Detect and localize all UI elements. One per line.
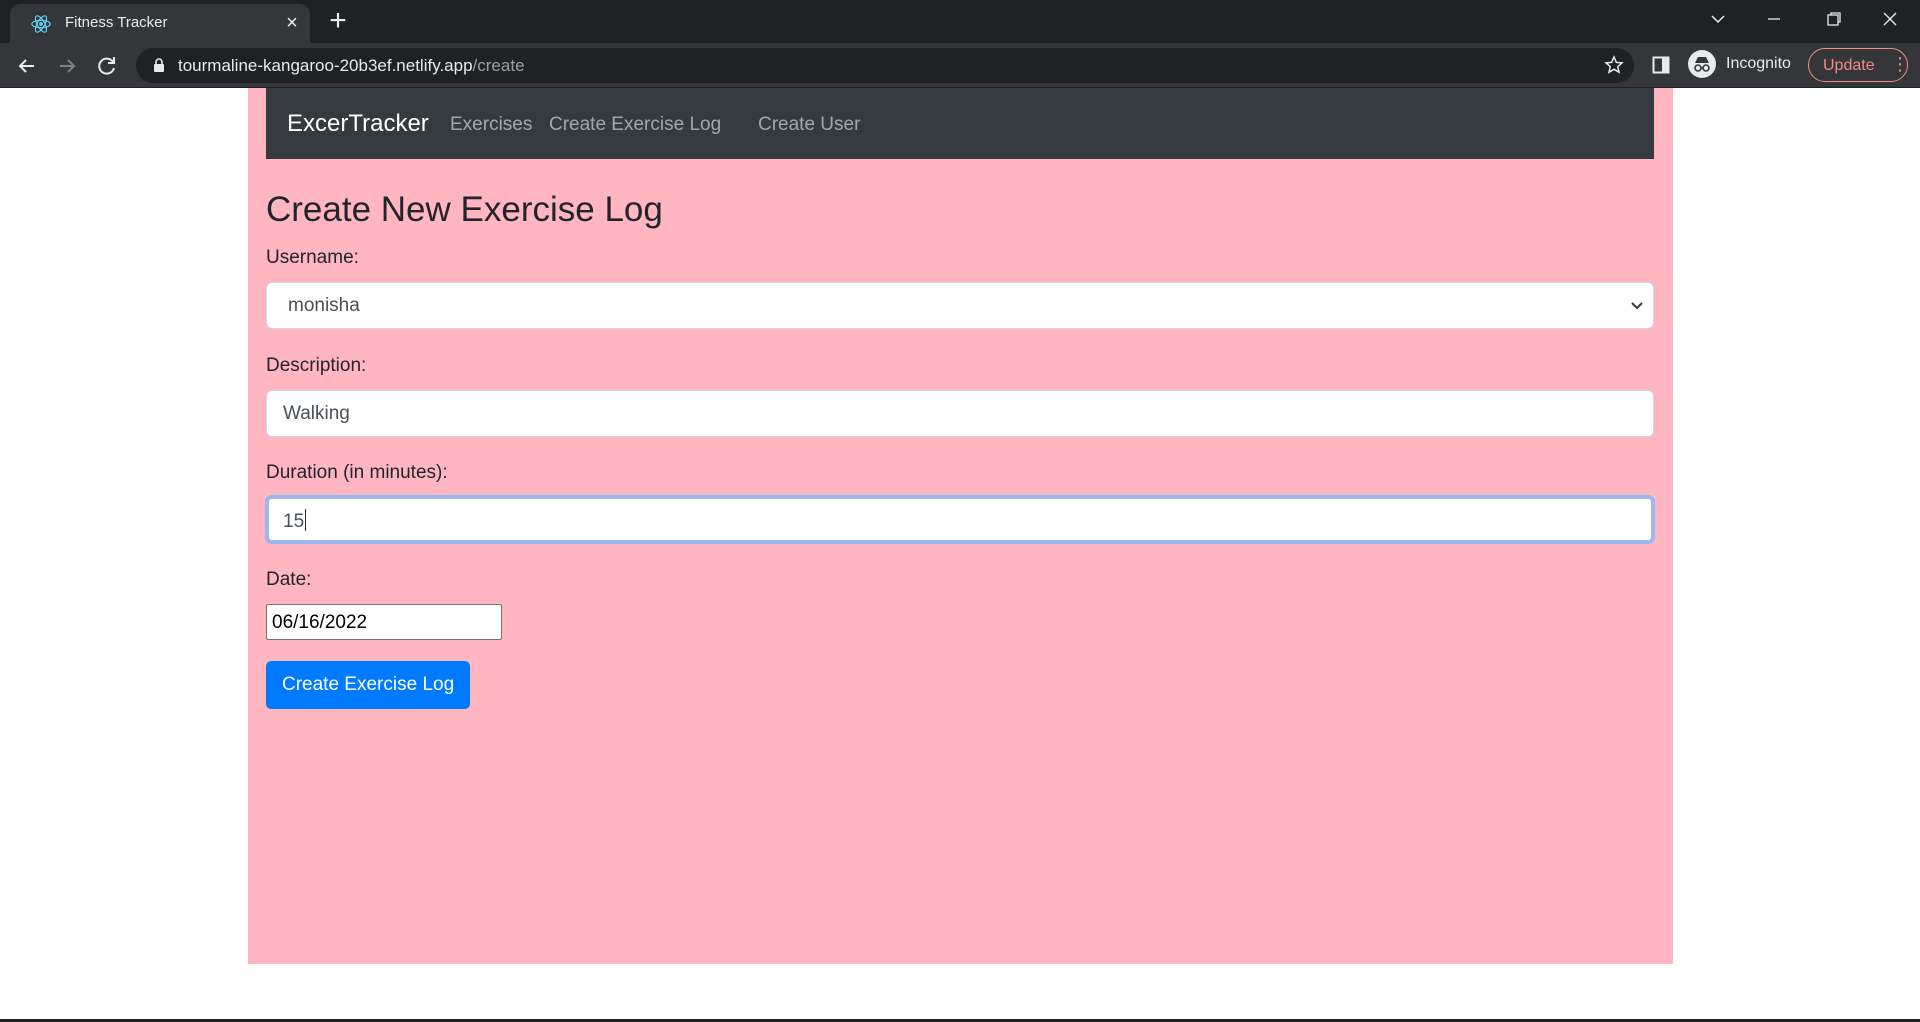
- address-bar[interactable]: tourmaline-kangaroo-20b3ef.netlify.app/c…: [136, 48, 1634, 83]
- description-value: Walking: [283, 403, 350, 424]
- duration-value: 15: [283, 509, 307, 532]
- navbar-brand[interactable]: ExcerTracker: [287, 110, 429, 138]
- date-label: Date:: [266, 569, 312, 590]
- app-container: ExcerTracker Exercises Create Exercise L…: [248, 88, 1673, 964]
- nav-link-exercises[interactable]: Exercises: [450, 114, 532, 136]
- text-caret: [305, 509, 307, 531]
- username-selected-value: monisha: [288, 295, 360, 316]
- browser-tab-bar: Fitness Tracker × +: [0, 0, 1920, 43]
- update-button[interactable]: Update ⋮: [1808, 48, 1909, 82]
- close-icon[interactable]: ×: [282, 13, 302, 33]
- lock-icon[interactable]: [153, 58, 165, 72]
- username-label: Username:: [266, 247, 359, 268]
- tab-title: Fitness Tracker: [65, 14, 168, 31]
- bookmark-star-icon[interactable]: [1604, 55, 1624, 75]
- forward-icon[interactable]: [54, 53, 80, 79]
- browser-tab[interactable]: Fitness Tracker ×: [10, 4, 310, 43]
- browser-toolbar: tourmaline-kangaroo-20b3ef.netlify.app/c…: [0, 43, 1920, 88]
- update-label: Update: [1823, 57, 1875, 74]
- nav-link-create-user[interactable]: Create User: [758, 114, 860, 136]
- new-tab-icon[interactable]: +: [325, 6, 351, 36]
- incognito-label: Incognito: [1726, 55, 1791, 72]
- username-select[interactable]: monisha: [266, 282, 1654, 329]
- date-value: 06/16/2022: [272, 612, 368, 633]
- more-menu-icon[interactable]: ⋮: [1891, 55, 1909, 73]
- create-exercise-log-button[interactable]: Create Exercise Log: [266, 661, 470, 709]
- page-title: Create New Exercise Log: [266, 190, 663, 229]
- react-icon: [31, 15, 51, 33]
- incognito-icon: [1688, 50, 1716, 78]
- close-window-icon[interactable]: [1862, 0, 1918, 38]
- restore-icon[interactable]: [1806, 0, 1862, 38]
- navbar: ExcerTracker Exercises Create Exercise L…: [266, 88, 1654, 159]
- side-panel-icon[interactable]: [1652, 56, 1670, 74]
- tab-search-icon[interactable]: [1690, 0, 1746, 38]
- date-picker-input[interactable]: 06/16/2022: [266, 604, 502, 640]
- submit-button-label: Create Exercise Log: [282, 674, 455, 695]
- minimize-icon[interactable]: [1746, 0, 1802, 38]
- chevron-down-icon: [1631, 302, 1643, 310]
- description-input[interactable]: Walking: [266, 390, 1654, 437]
- page-viewport: ExcerTracker Exercises Create Exercise L…: [0, 88, 1920, 1020]
- back-icon[interactable]: [14, 53, 40, 79]
- duration-label: Duration (in minutes):: [266, 462, 448, 483]
- nav-link-create-exercise-log[interactable]: Create Exercise Log: [549, 114, 721, 136]
- description-label: Description:: [266, 355, 367, 376]
- duration-input[interactable]: 15: [266, 496, 1654, 543]
- url-text[interactable]: tourmaline-kangaroo-20b3ef.netlify.app/c…: [178, 56, 525, 76]
- reload-icon[interactable]: [94, 53, 120, 79]
